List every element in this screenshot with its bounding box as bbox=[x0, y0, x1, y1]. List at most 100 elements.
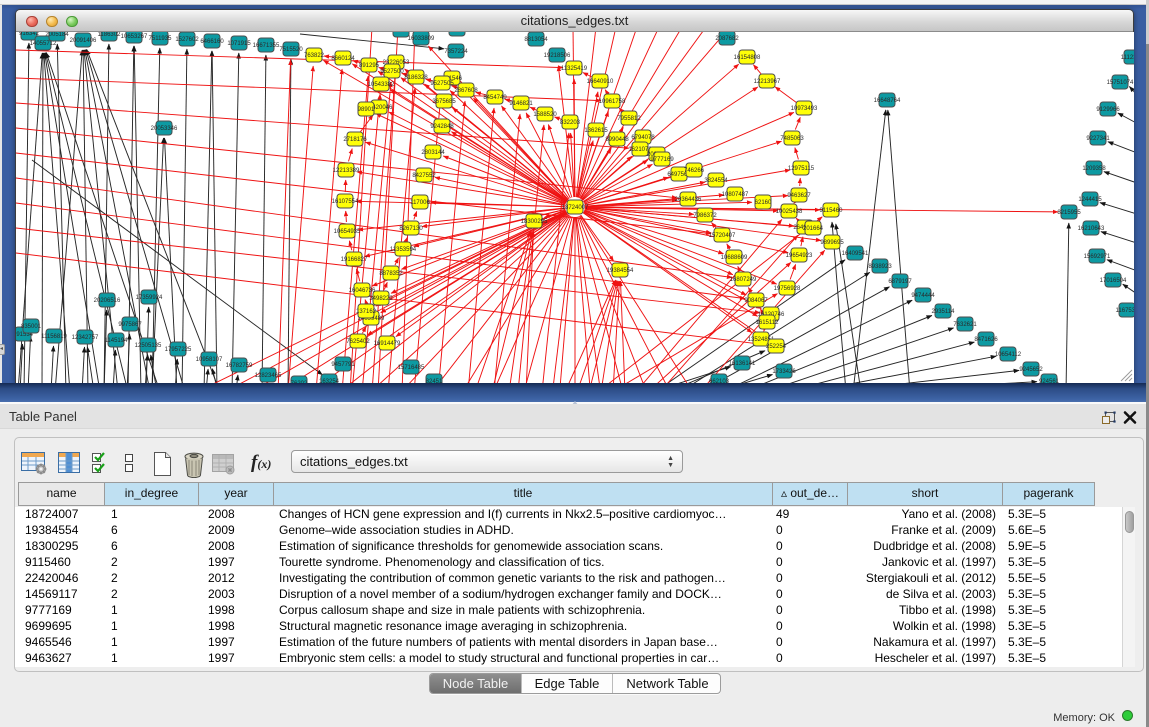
svg-text:6879197: 6879197 bbox=[888, 279, 912, 285]
svg-text:3824554: 3824554 bbox=[704, 178, 728, 184]
svg-text:1527602: 1527602 bbox=[175, 37, 199, 43]
svg-text:7485063: 7485063 bbox=[780, 136, 804, 142]
svg-text:15692971: 15692971 bbox=[1084, 254, 1111, 260]
svg-text:8186328: 8186328 bbox=[404, 75, 428, 81]
svg-text:16136141: 16136141 bbox=[729, 361, 756, 367]
svg-text:1615112: 1615112 bbox=[756, 320, 780, 326]
svg-text:16782759: 16782759 bbox=[226, 363, 253, 369]
svg-text:8878352: 8878352 bbox=[379, 271, 403, 277]
svg-text:98901: 98901 bbox=[358, 107, 375, 113]
svg-text:7357224: 7357224 bbox=[444, 49, 468, 55]
svg-text:62160: 62160 bbox=[755, 200, 772, 206]
svg-text:8267130: 8267130 bbox=[399, 226, 423, 232]
svg-text:2803144: 2803144 bbox=[421, 150, 445, 156]
svg-text:17016504: 17016504 bbox=[1100, 278, 1127, 284]
svg-text:20364436: 20364436 bbox=[675, 197, 702, 203]
svg-text:117006: 117006 bbox=[410, 200, 430, 206]
svg-text:15751074: 15751074 bbox=[1107, 80, 1134, 86]
svg-text:7986372: 7986372 bbox=[693, 213, 717, 219]
svg-text:1362615: 1362615 bbox=[584, 128, 608, 134]
svg-text:7515520: 7515520 bbox=[279, 47, 303, 53]
svg-text:9457791: 9457791 bbox=[331, 362, 355, 368]
svg-text:16640910: 16640910 bbox=[587, 79, 614, 85]
svg-text:9527505: 9527505 bbox=[430, 81, 454, 87]
svg-text:2718176: 2718176 bbox=[343, 137, 367, 143]
svg-text:8938923: 8938923 bbox=[868, 264, 892, 270]
svg-text:12213967: 12213967 bbox=[754, 79, 781, 85]
svg-text:12342757: 12342757 bbox=[72, 335, 99, 341]
svg-text:16671355: 16671355 bbox=[253, 43, 280, 49]
svg-text:252254: 252254 bbox=[766, 344, 787, 350]
svg-text:1244415: 1244415 bbox=[1078, 197, 1102, 203]
svg-text:10654935: 10654935 bbox=[334, 229, 361, 235]
svg-text:18724007: 18724007 bbox=[562, 205, 589, 211]
svg-text:904312: 904312 bbox=[447, 32, 468, 33]
svg-text:8454749: 8454749 bbox=[483, 95, 507, 101]
svg-text:3498222: 3498222 bbox=[369, 296, 393, 302]
svg-text:8215955: 8215955 bbox=[1057, 210, 1081, 216]
svg-text:19384554: 19384554 bbox=[607, 268, 634, 274]
svg-text:1209358: 1209358 bbox=[1082, 166, 1106, 172]
svg-text:2005184: 2005184 bbox=[45, 32, 69, 38]
svg-text:201664: 201664 bbox=[803, 226, 824, 232]
svg-text:16033809: 16033809 bbox=[408, 36, 435, 42]
svg-text:10961758: 10961758 bbox=[599, 99, 626, 105]
svg-text:20053346: 20053346 bbox=[151, 126, 178, 132]
svg-text:9474444: 9474444 bbox=[911, 293, 935, 299]
svg-text:7625402: 7625402 bbox=[346, 339, 370, 345]
svg-text:1186302: 1186302 bbox=[98, 32, 122, 38]
svg-text:763822: 763822 bbox=[304, 53, 325, 59]
svg-text:9899695: 9899695 bbox=[820, 240, 844, 246]
svg-text:8990448: 8990448 bbox=[605, 137, 629, 143]
svg-text:9242848: 9242848 bbox=[430, 124, 454, 130]
svg-text:10688609: 10688609 bbox=[721, 255, 748, 261]
svg-text:20206516: 20206516 bbox=[94, 298, 121, 304]
svg-text:20091406: 20091406 bbox=[70, 38, 97, 44]
svg-text:1733426: 1733426 bbox=[772, 369, 796, 375]
svg-text:16107554: 16107554 bbox=[332, 199, 359, 205]
svg-text:10973493: 10973493 bbox=[791, 106, 818, 112]
svg-text:9463627: 9463627 bbox=[787, 193, 811, 199]
svg-text:9527500: 9527500 bbox=[380, 69, 404, 75]
svg-text:16154808: 16154808 bbox=[734, 55, 761, 61]
svg-text:11325419: 11325419 bbox=[561, 66, 588, 72]
svg-text:12505135: 12505135 bbox=[135, 343, 162, 349]
svg-text:12213389: 12213389 bbox=[333, 168, 360, 174]
svg-text:137162: 137162 bbox=[356, 309, 377, 315]
svg-text:1588520: 1588520 bbox=[533, 112, 557, 118]
svg-text:8471626: 8471626 bbox=[974, 337, 998, 343]
svg-text:7632621: 7632621 bbox=[953, 322, 977, 328]
svg-text:12823465: 12823465 bbox=[255, 373, 282, 379]
svg-text:16648764: 16648764 bbox=[874, 98, 901, 104]
svg-text:1145194: 1145194 bbox=[105, 338, 129, 344]
svg-text:746266: 746266 bbox=[684, 168, 705, 174]
svg-text:16914479: 16914479 bbox=[374, 341, 401, 347]
svg-text:9975867: 9975867 bbox=[118, 322, 142, 328]
svg-text:11353594: 11353594 bbox=[390, 247, 417, 253]
svg-text:835001: 835001 bbox=[21, 324, 42, 330]
svg-text:16409541: 16409541 bbox=[842, 251, 869, 257]
svg-text:18300295: 18300295 bbox=[521, 219, 548, 225]
svg-text:10807487: 10807487 bbox=[722, 192, 749, 198]
svg-text:2867608: 2867608 bbox=[454, 88, 478, 94]
svg-text:10653267: 10653267 bbox=[121, 34, 148, 40]
svg-text:1704118: 1704118 bbox=[390, 32, 414, 34]
svg-text:19654923: 19654923 bbox=[786, 253, 813, 259]
svg-text:10025438: 10025438 bbox=[776, 209, 803, 215]
svg-text:1071915: 1071915 bbox=[227, 41, 251, 47]
svg-text:11156819: 11156819 bbox=[41, 334, 67, 340]
svg-text:9227341: 9227341 bbox=[1086, 136, 1110, 142]
svg-text:9115460: 9115460 bbox=[820, 208, 844, 214]
svg-text:7955812: 7955812 bbox=[617, 116, 641, 122]
svg-text:832203: 832203 bbox=[560, 120, 581, 126]
svg-text:3675685: 3675685 bbox=[432, 99, 456, 105]
svg-text:12975115: 12975115 bbox=[788, 166, 815, 172]
svg-text:10958107: 10958107 bbox=[196, 357, 223, 363]
svg-text:17359924: 17359924 bbox=[136, 295, 163, 301]
svg-text:17957225: 17957225 bbox=[165, 347, 192, 353]
svg-text:16210643: 16210643 bbox=[1078, 226, 1105, 232]
svg-text:9129966: 9129966 bbox=[1096, 107, 1120, 113]
svg-text:8660124: 8660124 bbox=[331, 56, 355, 62]
svg-text:6466160: 6466160 bbox=[200, 39, 224, 45]
svg-text:8813054: 8813054 bbox=[524, 37, 548, 43]
